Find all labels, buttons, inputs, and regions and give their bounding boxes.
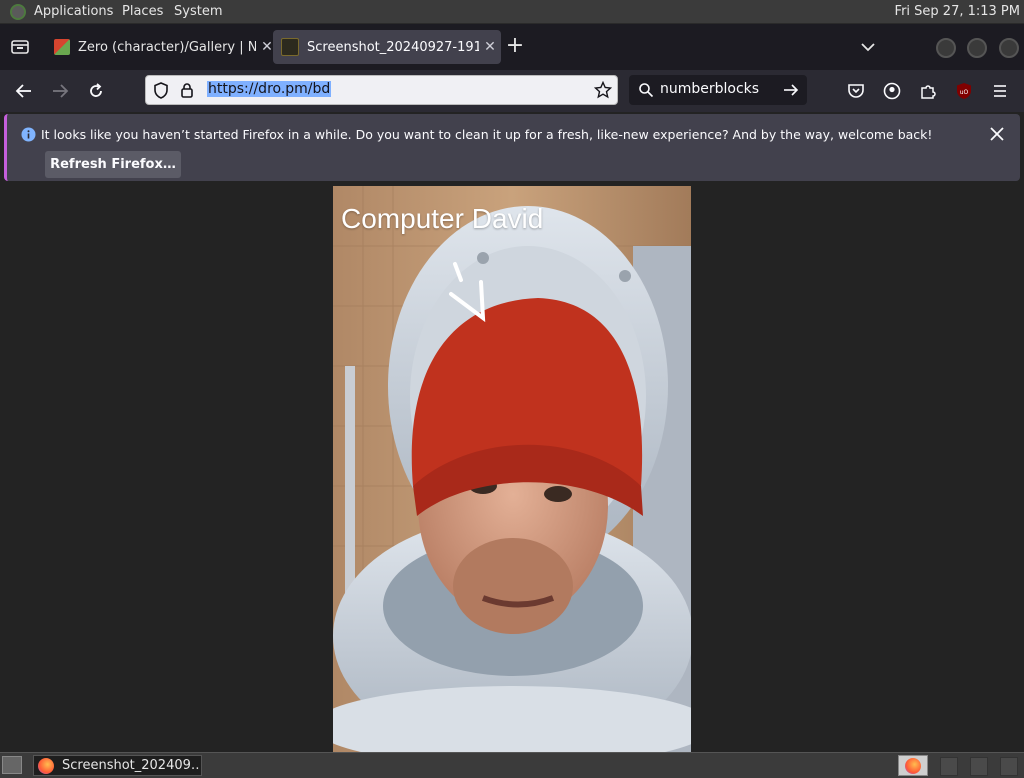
close-window-button[interactable] xyxy=(999,38,1019,58)
workspace-1-button[interactable] xyxy=(898,755,928,776)
menu-places[interactable]: Places xyxy=(122,4,163,19)
url-bar[interactable]: https://dro.pm/bd xyxy=(145,75,618,105)
firefox-icon xyxy=(905,757,921,774)
top-panel: Applications Places System Fri Sep 27, 1… xyxy=(0,0,1024,24)
go-arrow-icon[interactable] xyxy=(783,82,799,102)
menu-system[interactable]: System xyxy=(174,4,222,19)
firefox-icon xyxy=(38,757,54,774)
hamburger-menu-icon[interactable] xyxy=(986,78,1014,104)
ublock-origin-icon[interactable]: uO xyxy=(950,78,978,104)
forward-button[interactable] xyxy=(46,78,74,104)
search-bar[interactable]: numberblocks xyxy=(629,75,807,105)
clock[interactable]: Fri Sep 27, 1:13 PM xyxy=(895,4,1020,19)
back-button[interactable] xyxy=(10,78,38,104)
new-tab-button[interactable]: + xyxy=(503,35,527,59)
reload-icon xyxy=(90,83,102,97)
arrow-right-icon xyxy=(53,84,69,98)
close-icon[interactable] xyxy=(989,126,1005,146)
tab-zero-gallery[interactable]: Zero (character)/Gallery | Nu ✕ xyxy=(46,30,278,64)
workspace-4-button[interactable] xyxy=(1000,757,1018,776)
bookmark-star-icon[interactable] xyxy=(593,80,613,103)
svg-text:uO: uO xyxy=(960,89,969,96)
info-icon xyxy=(21,127,36,146)
workspace-3-button[interactable] xyxy=(970,757,988,776)
shield-icon[interactable] xyxy=(153,82,169,103)
workspace-2-button[interactable] xyxy=(940,757,958,776)
arrow-left-icon xyxy=(15,84,31,98)
tab-favicon-icon xyxy=(281,38,299,56)
screenshot-image xyxy=(333,186,691,752)
reload-button[interactable] xyxy=(82,78,110,104)
list-all-tabs-icon[interactable] xyxy=(8,36,32,58)
menu-applications[interactable]: Applications xyxy=(34,4,113,19)
search-icon xyxy=(638,82,654,102)
minimize-window-button[interactable] xyxy=(936,38,956,58)
url-text[interactable]: https://dro.pm/bd xyxy=(207,81,332,97)
lock-icon[interactable] xyxy=(180,82,194,103)
chevron-down-icon[interactable] xyxy=(856,36,880,58)
tab-title: Zero (character)/Gallery | Nu xyxy=(78,39,256,55)
refresh-firefox-button[interactable]: Refresh Firefox… xyxy=(45,151,181,178)
video-caption: Computer David xyxy=(341,203,544,234)
taskbar-window-button[interactable]: Screenshot_202409… xyxy=(33,755,202,776)
tab-title: Screenshot_20240927-1913 xyxy=(307,39,479,55)
maximize-window-button[interactable] xyxy=(967,38,987,58)
pocket-icon[interactable] xyxy=(842,78,870,104)
extensions-puzzle-icon[interactable] xyxy=(914,78,942,104)
account-icon[interactable] xyxy=(878,78,906,104)
tab-favicon-icon xyxy=(54,39,70,55)
notification-message: It looks like you haven’t started Firefo… xyxy=(41,127,933,142)
tab-screenshot[interactable]: Screenshot_20240927-1913 ✕ xyxy=(273,30,501,64)
show-desktop-icon[interactable] xyxy=(2,756,22,774)
close-tab-icon[interactable]: ✕ xyxy=(479,39,501,55)
search-input[interactable]: numberblocks xyxy=(660,81,759,97)
taskbar-window-label: Screenshot_202409… xyxy=(62,758,202,773)
distro-logo-icon[interactable] xyxy=(10,4,26,20)
